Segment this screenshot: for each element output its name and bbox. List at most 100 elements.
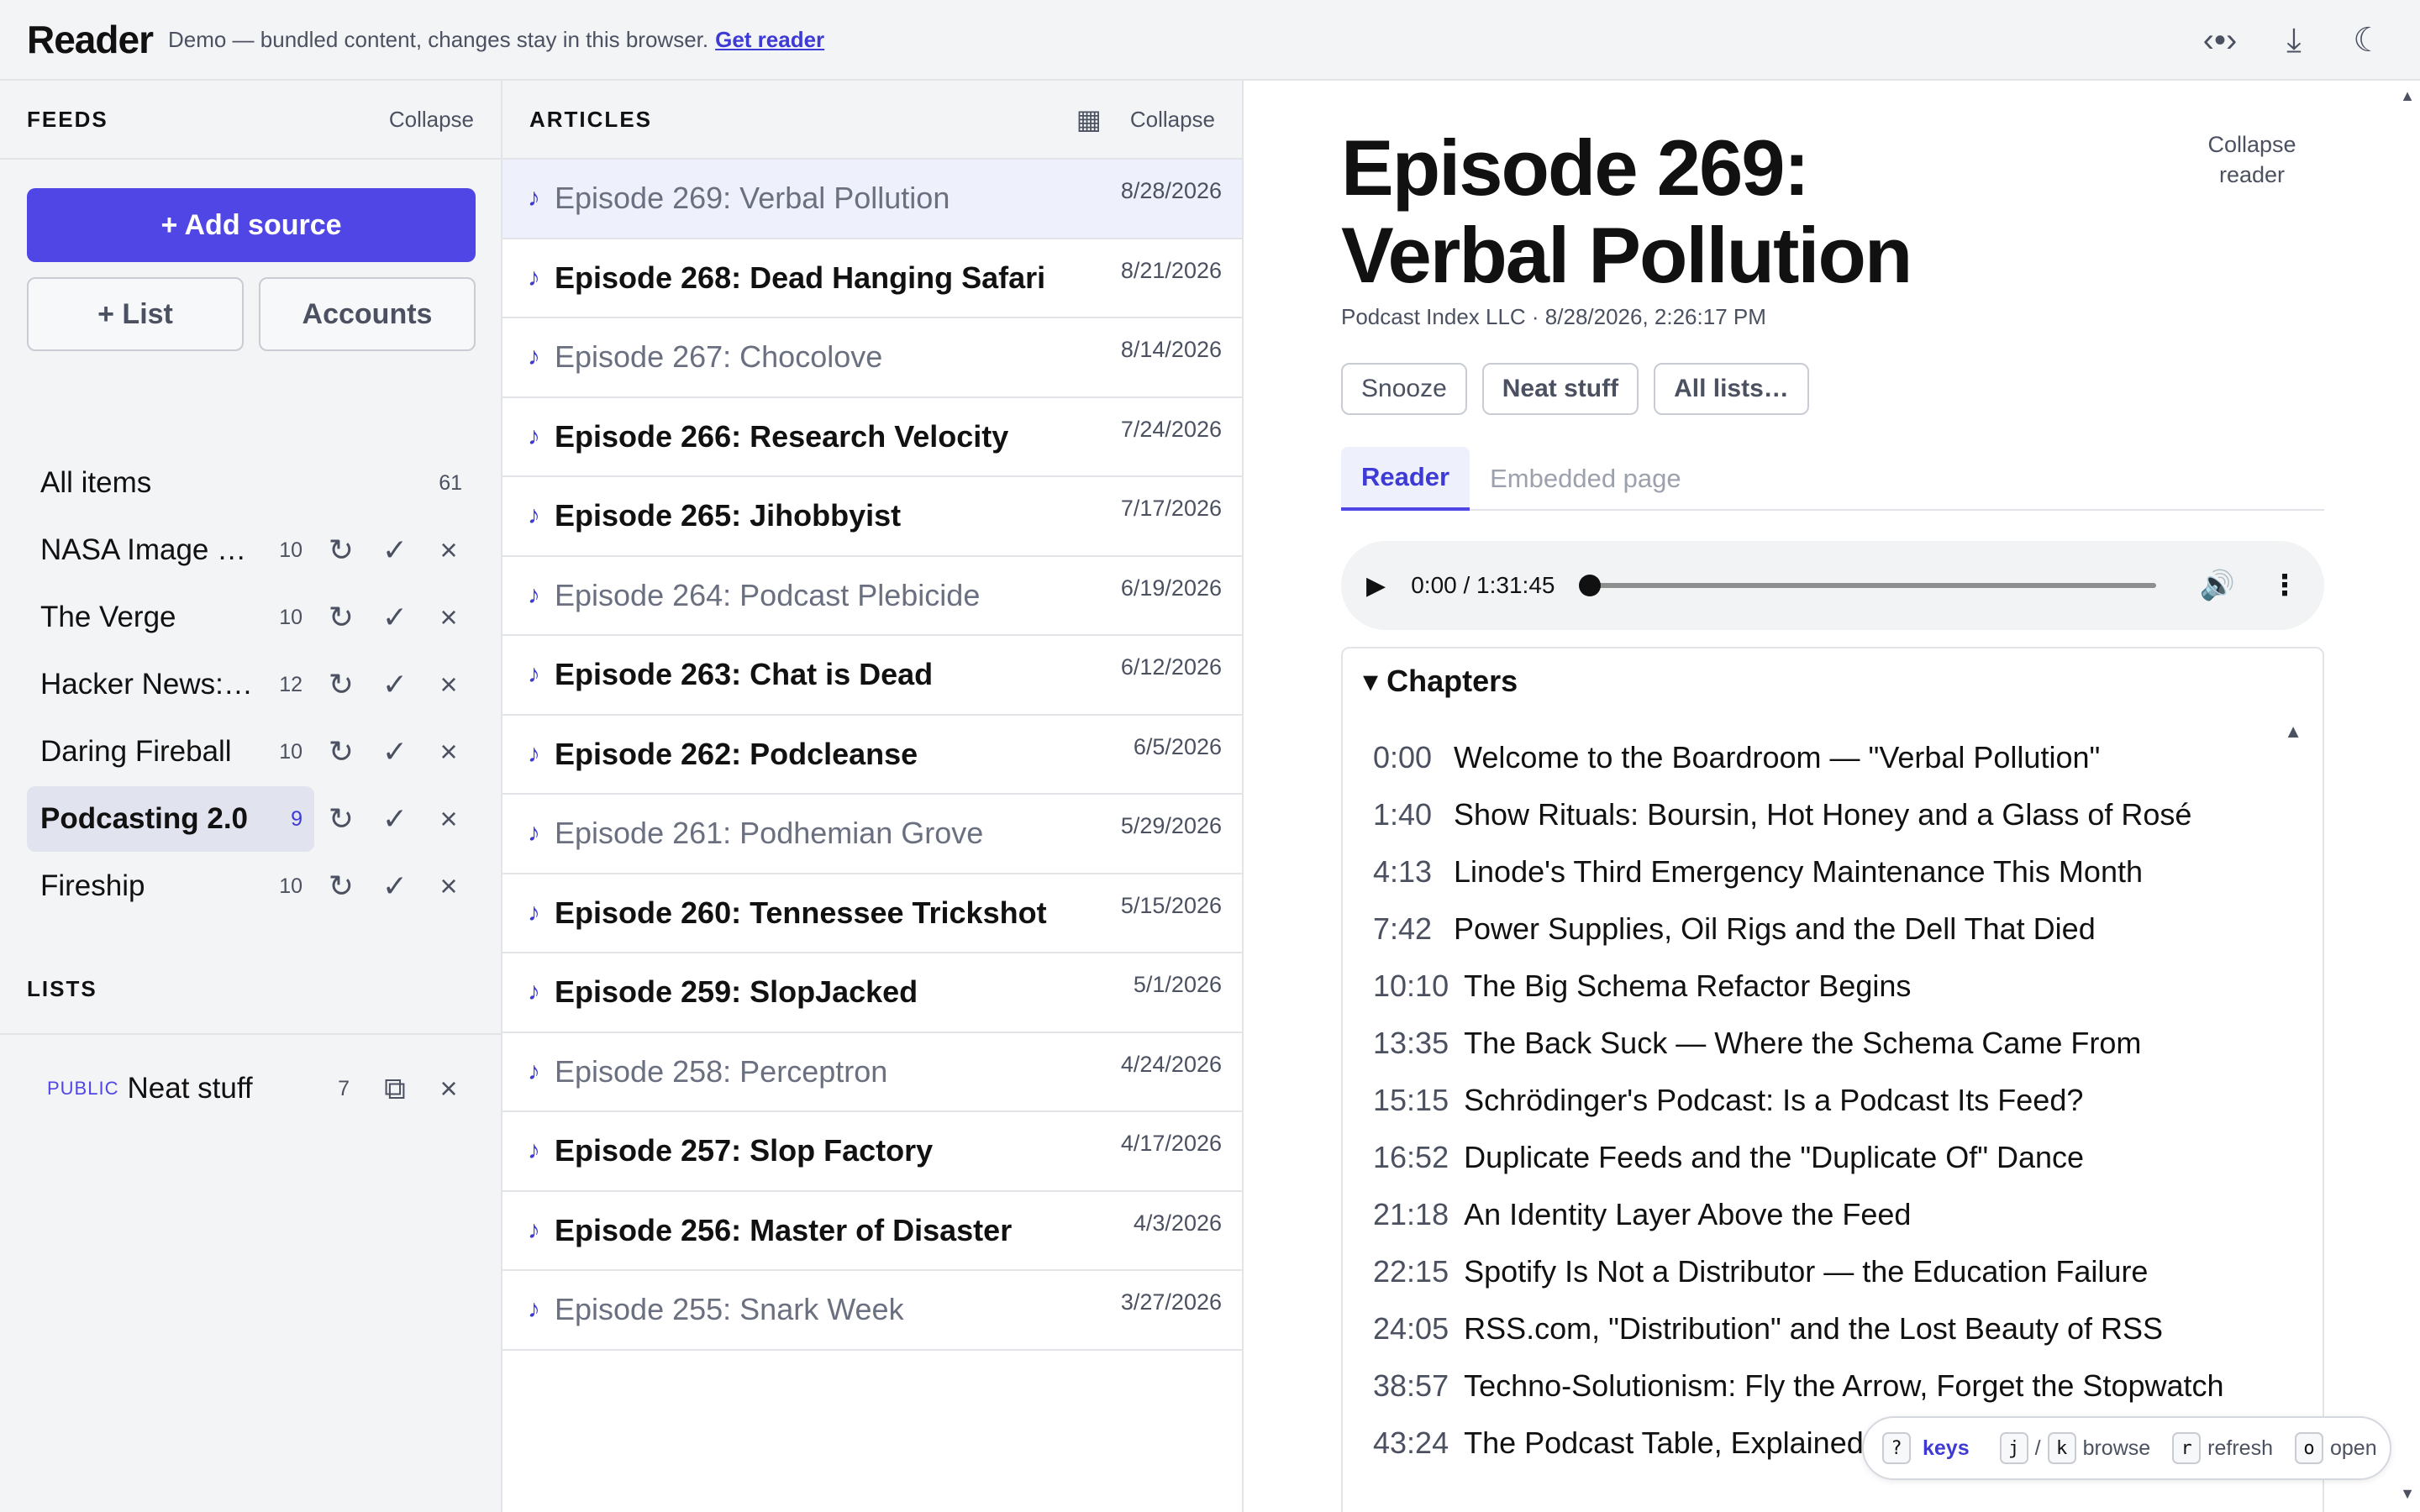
chapter-item[interactable]: 16:52 Duplicate Feeds and the "Duplicate … [1373, 1129, 2281, 1186]
article-date: 5/29/2026 [1120, 813, 1222, 838]
remove-icon[interactable]: × [422, 600, 476, 635]
grid-view-icon[interactable]: ▦ [1076, 103, 1102, 135]
help-key[interactable]: ? [1882, 1432, 1911, 1464]
refresh-icon[interactable]: ↻ [314, 600, 368, 635]
remove-icon[interactable]: × [422, 734, 476, 769]
feed-row: NASA Image … 10 ↻ ✓ × [27, 517, 476, 583]
chapter-item[interactable]: 21:18 An Identity Layer Above the Feed [1373, 1186, 2281, 1243]
chapter-item[interactable]: 10:10 The Big Schema Refactor Begins [1373, 958, 2281, 1015]
scroll-up-arrow-icon[interactable]: ▲ [2400, 87, 2415, 105]
feed-name: NASA Image … [40, 533, 247, 566]
article-row[interactable]: ♪ Episode 260: Tennessee Trickshot 5/15/… [502, 874, 1242, 953]
chapter-item[interactable]: 15:15 Schrödinger's Podcast: Is a Podcast… [1373, 1072, 2281, 1129]
feed-item[interactable]: The Verge 10 [27, 585, 314, 650]
accounts-button[interactable]: Accounts [259, 277, 476, 351]
chapter-item[interactable]: 1:40 Show Rituals: Boursin, Hot Honey and… [1373, 786, 2281, 843]
feed-count: 10 [279, 538, 302, 562]
chapter-title: Welcome to the Boardroom — "Verbal Pollu… [1454, 740, 2101, 774]
article-row[interactable]: ♪ Episode 257: Slop Factory 4/17/2026 [502, 1112, 1242, 1192]
article-row[interactable]: ♪ Episode 255: Snark Week 3/27/2026 [502, 1271, 1242, 1351]
browse-key-j: j [1999, 1432, 2028, 1464]
chapters-toggle[interactable]: ▾ Chapters [1363, 664, 1518, 699]
neat-stuff-list-button[interactable]: Neat stuff [1481, 363, 1639, 415]
mark-read-icon[interactable]: ✓ [368, 600, 422, 635]
article-date: 4/17/2026 [1120, 1131, 1222, 1156]
audio-note-icon: ♪ [528, 263, 540, 291]
mark-read-icon[interactable]: ✓ [368, 667, 422, 702]
sidebar-item-all-items[interactable]: All items 61 [27, 450, 476, 516]
article-row[interactable]: ♪ Episode 265: Jihobbyist 7/17/2026 [502, 477, 1242, 557]
mark-read-icon[interactable]: ✓ [368, 869, 422, 904]
refresh-icon[interactable]: ↻ [314, 801, 368, 837]
article-row[interactable]: ♪ Episode 258: Perceptron 4/24/2026 [502, 1033, 1242, 1112]
article-row[interactable]: ♪ Episode 262: Podcleanse 6/5/2026 [502, 716, 1242, 795]
chapter-item[interactable]: 22:15 Spotify Is Not a Distributor — the … [1373, 1243, 2281, 1300]
chapter-title: Show Rituals: Boursin, Hot Honey and a G… [1454, 797, 2192, 832]
refresh-icon[interactable]: ↻ [314, 734, 368, 769]
chapter-item[interactable]: 0:00 Welcome to the Boardroom — "Verbal P… [1373, 729, 2281, 786]
snooze-button[interactable]: Snooze [1341, 363, 1467, 415]
moon-icon[interactable]: ☾ [2349, 21, 2386, 60]
article-row[interactable]: ♪ Episode 261: Podhemian Grove 5/29/2026 [502, 795, 1242, 874]
articles-title: ARTICLES [529, 106, 652, 132]
chapter-item[interactable]: 13:35 The Back Suck — Where the Schema Ca… [1373, 1015, 2281, 1072]
article-actions: Snooze Neat stuff All lists… [1341, 363, 1809, 415]
chapter-time: 43:24 [1373, 1425, 1449, 1460]
audio-player: ▶ 0:00 / 1:31:45 🔊 ⋮ [1341, 541, 2324, 630]
article-row[interactable]: ♪ Episode 264: Podcast Plebicide 6/19/20… [502, 557, 1242, 636]
chapters-scroll-up-icon[interactable]: ▲ [2284, 721, 2302, 743]
tab-embedded-page[interactable]: Embedded page [1470, 447, 1702, 511]
all-lists-button[interactable]: All lists… [1654, 363, 1809, 415]
article-row[interactable]: ♪ Episode 256: Master of Disaster 4/3/20… [502, 1192, 1242, 1271]
audio-seek-bar[interactable] [1579, 575, 2156, 596]
refresh-icon[interactable]: ↻ [314, 533, 368, 568]
more-options-icon[interactable]: ⋮ [2270, 569, 2299, 602]
chapter-item[interactable]: 4:13 Linode's Third Emergency Maintenance… [1373, 843, 2281, 900]
remove-icon[interactable]: × [422, 533, 476, 568]
remove-icon[interactable]: × [422, 801, 476, 837]
chapter-time: 21:18 [1373, 1197, 1449, 1231]
add-list-button[interactable]: + List [27, 277, 244, 351]
chapter-item[interactable]: 7:42 Power Supplies, Oil Rigs and the Del… [1373, 900, 2281, 958]
keys-link[interactable]: keys [1923, 1436, 1970, 1461]
remove-icon[interactable]: × [422, 1071, 476, 1106]
refresh-icon[interactable]: ↻ [314, 667, 368, 702]
article-row[interactable]: ♪ Episode 259: SlopJacked 5/1/2026 [502, 953, 1242, 1033]
audio-seek-handle[interactable] [1579, 575, 1602, 596]
feed-item[interactable]: NASA Image … 10 [27, 517, 314, 583]
mark-read-icon[interactable]: ✓ [368, 533, 422, 568]
remove-icon[interactable]: × [422, 869, 476, 904]
feed-count: 9 [291, 806, 302, 831]
collapse-reader-button[interactable]: Collapse reader [2202, 129, 2302, 190]
remove-icon[interactable]: × [422, 667, 476, 702]
feeds-collapse-button[interactable]: Collapse [389, 107, 474, 133]
list-item[interactable]: PUBLIC Neat stuff 7 ⧉ × [27, 1055, 476, 1122]
scroll-down-arrow-icon[interactable]: ▼ [2400, 1485, 2415, 1503]
audio-note-icon: ♪ [528, 1057, 540, 1085]
mark-read-icon[interactable]: ✓ [368, 801, 422, 837]
feed-item[interactable]: Hacker News:… 12 [27, 652, 314, 717]
tab-reader[interactable]: Reader [1341, 447, 1470, 511]
articles-collapse-button[interactable]: Collapse [1130, 107, 1215, 133]
code-view-icon[interactable]: ‹•› [2202, 22, 2238, 60]
articles-header: ARTICLES ▦ Collapse [502, 81, 1242, 160]
chapter-item[interactable]: 24:05 RSS.com, "Distribution" and the Los… [1373, 1300, 2281, 1357]
mark-read-icon[interactable]: ✓ [368, 734, 422, 769]
article-row[interactable]: ♪ Episode 263: Chat is Dead 6/12/2026 [502, 636, 1242, 716]
article-row[interactable]: ♪ Episode 267: Chocolove 8/14/2026 [502, 318, 1242, 398]
article-row[interactable]: ♪ Episode 266: Research Velocity 7/24/20… [502, 398, 1242, 477]
chapter-item[interactable]: 38:57 Techno-Solutionism: Fly the Arrow, … [1373, 1357, 2281, 1415]
article-row-selected[interactable]: ♪ Episode 269: Verbal Pollution 8/28/202… [502, 160, 1242, 239]
volume-icon[interactable]: 🔊 [2200, 569, 2235, 602]
feed-item[interactable]: Fireship 10 [27, 853, 314, 919]
refresh-icon[interactable]: ↻ [314, 869, 368, 904]
feed-item-selected[interactable]: Podcasting 2.0 9 [27, 786, 314, 852]
add-source-button[interactable]: + Add source [27, 188, 476, 262]
chapters-panel: ▾ Chapters ▲ 0:00 Welcome to the Boardroo… [1341, 647, 2324, 1512]
get-reader-link[interactable]: Get reader [715, 27, 824, 53]
download-icon[interactable]: ⤓ [2275, 22, 2312, 60]
feed-item[interactable]: Daring Fireball 10 [27, 719, 314, 785]
copy-icon[interactable]: ⧉ [368, 1071, 422, 1107]
article-row[interactable]: ♪ Episode 268: Dead Hanging Safari 8/21/… [502, 239, 1242, 318]
play-icon[interactable]: ▶ [1366, 571, 1399, 601]
